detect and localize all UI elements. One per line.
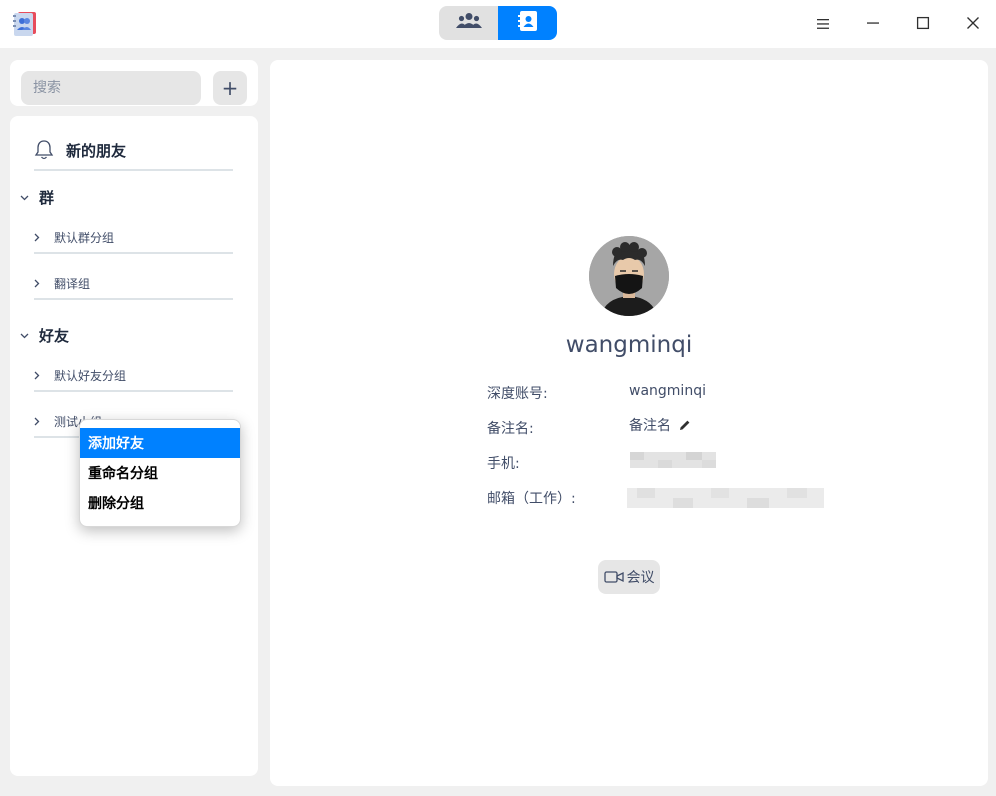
- field-label-email: 邮箱（工作）:: [487, 491, 576, 507]
- close-icon: [966, 15, 980, 34]
- menu-item-delete-group[interactable]: 删除分组: [80, 488, 240, 518]
- chevron-right-icon: [34, 233, 40, 242]
- pencil-icon[interactable]: [679, 419, 691, 431]
- chevron-right-icon: [34, 279, 40, 288]
- title-bar: [0, 0, 996, 48]
- view-switch: [439, 6, 557, 40]
- group-label: 翻译组: [54, 276, 91, 291]
- meeting-label: 会议: [626, 570, 655, 586]
- group-item[interactable]: 默认好友分组: [34, 366, 126, 384]
- field-value-deepin-id: wangminqi: [629, 383, 706, 399]
- search-input[interactable]: [21, 71, 201, 105]
- divider: [34, 390, 233, 392]
- group-context-menu: 添加好友 重命名分组 删除分组: [79, 419, 241, 527]
- group-label: 默认好友分组: [54, 368, 127, 383]
- profile-username: wangminqi: [565, 332, 693, 358]
- bell-icon: [34, 139, 54, 161]
- section-header-groups[interactable]: 群: [20, 186, 54, 208]
- chevron-right-icon: [34, 417, 40, 426]
- new-friends-label: 新的朋友: [66, 141, 127, 160]
- chevron-down-icon: [20, 191, 29, 204]
- group-people-icon: [455, 12, 482, 34]
- group-label: 默认群分组: [54, 230, 115, 245]
- group-item[interactable]: 默认群分组: [34, 228, 114, 246]
- maximize-button[interactable]: [898, 0, 948, 48]
- menu-item-rename-group[interactable]: 重命名分组: [80, 458, 240, 488]
- contacts-app-icon: [10, 9, 40, 39]
- groups-view-button[interactable]: [439, 6, 498, 40]
- close-button[interactable]: [948, 0, 996, 48]
- field-label-remark: 备注名:: [487, 421, 534, 437]
- video-camera-icon: [603, 570, 624, 584]
- menu-item-add-friend[interactable]: 添加好友: [80, 428, 240, 458]
- window-menu-button[interactable]: [798, 0, 848, 48]
- field-value-remark[interactable]: 备注名: [629, 415, 691, 435]
- remark-text: 备注名: [629, 418, 671, 434]
- divider: [34, 252, 233, 254]
- person-mask-avatar: [589, 236, 669, 316]
- field-label-deepin-id: 深度账号:: [487, 386, 548, 402]
- chevron-down-icon: [20, 329, 29, 342]
- minimize-icon: [866, 15, 880, 34]
- contacts-view-button[interactable]: [498, 6, 557, 40]
- divider: [34, 169, 233, 171]
- contact-card-icon: [517, 10, 539, 36]
- email-redacted-block: [627, 488, 824, 508]
- maximize-icon: [916, 15, 930, 34]
- add-button[interactable]: +: [213, 71, 247, 105]
- field-label-phone: 手机:: [487, 456, 520, 472]
- section-header-friends[interactable]: 好友: [20, 324, 69, 346]
- group-item[interactable]: 翻译组: [34, 274, 90, 292]
- minimize-button[interactable]: [848, 0, 898, 48]
- divider: [34, 298, 233, 300]
- menu-icon: [816, 15, 830, 34]
- meeting-button[interactable]: 会议: [598, 560, 660, 594]
- section-title: 好友: [39, 326, 70, 345]
- new-friends-item[interactable]: 新的朋友: [34, 138, 126, 162]
- phone-redacted-block: [630, 452, 716, 468]
- chevron-right-icon: [34, 371, 40, 380]
- section-title: 群: [39, 188, 55, 207]
